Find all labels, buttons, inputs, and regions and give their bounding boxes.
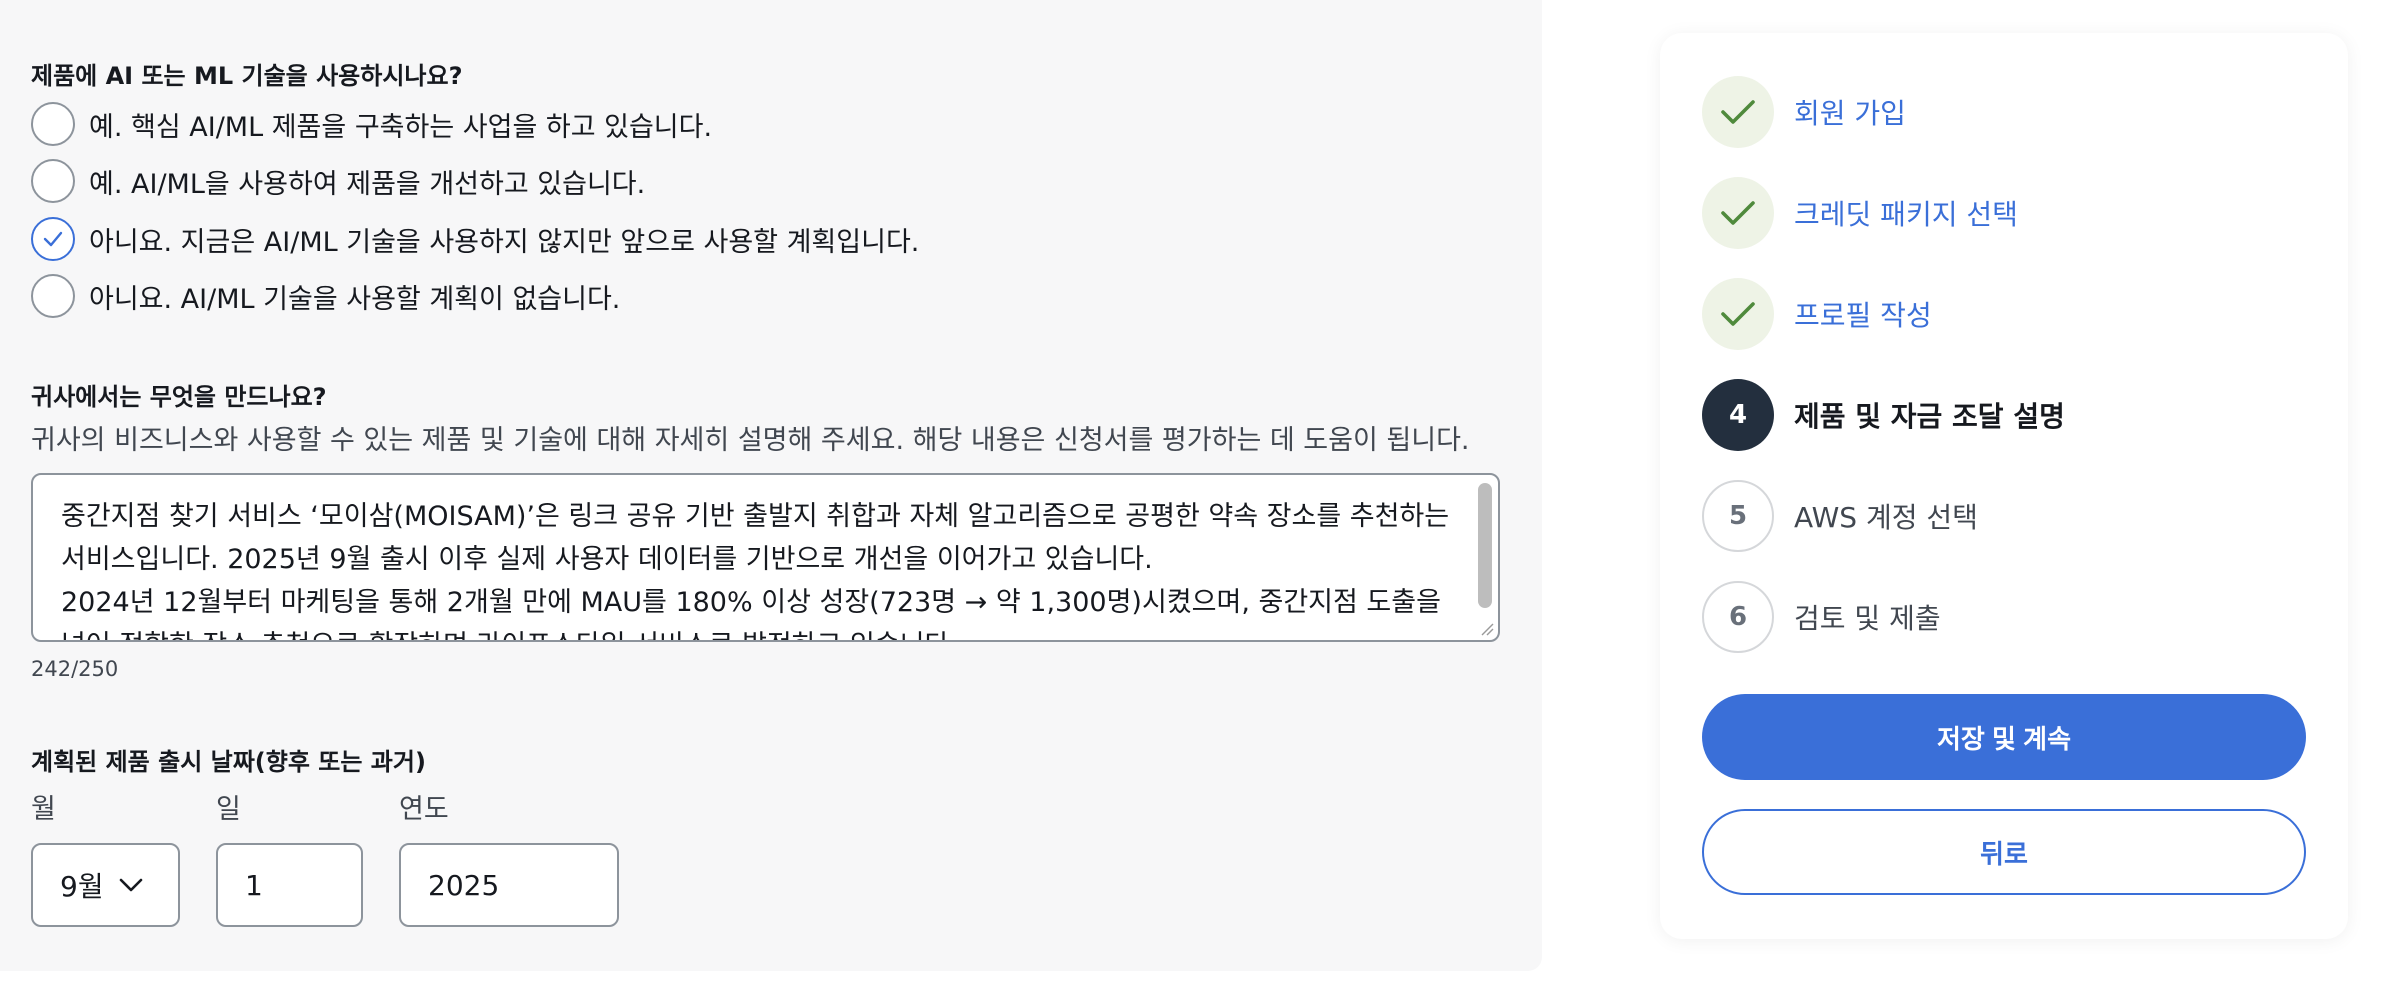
step-label: AWS 계정 선택 <box>1794 501 1978 534</box>
character-counter: 242/250 <box>31 657 119 681</box>
radio-option-improve-ai[interactable]: 예. AI/ML을 사용하여 제품을 개선하고 있습니다. <box>31 158 645 204</box>
checkmark-icon <box>1721 201 1755 225</box>
checkmark-icon <box>1721 302 1755 326</box>
step-2[interactable]: 크레딧 패키지 선택 <box>1702 177 2018 249</box>
step-number: 6 <box>1702 581 1774 653</box>
year-input[interactable]: 2025 <box>399 843 619 927</box>
month-label: 월 <box>31 794 56 825</box>
launch-date-title: 계획된 제품 출시 날짜(향후 또는 과거) <box>31 748 426 776</box>
radio-option-plan-ai[interactable]: 아니요. 지금은 AI/ML 기술을 사용하지 않지만 앞으로 사용할 계획입니… <box>31 216 919 262</box>
radio-button[interactable] <box>31 159 75 203</box>
radio-button[interactable] <box>31 274 75 318</box>
step-number-current: 4 <box>1702 379 1774 451</box>
scrollbar-thumb[interactable] <box>1478 483 1492 608</box>
textarea-scrollbar[interactable] <box>1476 479 1494 634</box>
step-complete-indicator <box>1702 76 1774 148</box>
year-label: 연도 <box>399 794 449 825</box>
radio-button-checked[interactable] <box>31 217 75 261</box>
step-number: 5 <box>1702 480 1774 552</box>
radio-label: 예. AI/ML을 사용하여 제품을 개선하고 있습니다. <box>89 168 646 200</box>
resize-grip-icon[interactable] <box>1478 620 1494 636</box>
form-panel: 제품에 AI 또는 ML 기술을 사용하시나요? 예. 핵심 AI/ML 제품을… <box>0 0 1542 971</box>
textarea-value[interactable]: 중간지점 찾기 서비스 ‘모이삼(MOISAM)’은 링크 공유 기반 출발지 … <box>61 495 1450 640</box>
step-label[interactable]: 프로필 작성 <box>1794 294 1932 334</box>
radio-option-core-ai[interactable]: 예. 핵심 AI/ML 제품을 구축하는 사업을 하고 있습니다. <box>31 101 712 147</box>
radio-option-no-ai[interactable]: 아니요. AI/ML 기술을 사용할 계획이 없습니다. <box>31 273 620 319</box>
step-4: 4 제품 및 자금 조달 설명 <box>1702 379 2065 451</box>
day-input-value: 1 <box>245 868 263 902</box>
step-label: 제품 및 자금 조달 설명 <box>1794 400 2065 433</box>
step-label[interactable]: 회원 가입 <box>1794 92 1906 132</box>
product-description-textarea[interactable]: 중간지점 찾기 서비스 ‘모이삼(MOISAM)’은 링크 공유 기반 출발지 … <box>31 473 1500 642</box>
year-input-value: 2025 <box>428 868 500 902</box>
progress-card: 회원 가입 크레딧 패키지 선택 프로필 작성 4 제품 및 자금 조달 설명 … <box>1660 33 2348 939</box>
step-label: 검토 및 제출 <box>1794 602 1941 635</box>
radio-label: 아니요. 지금은 AI/ML 기술을 사용하지 않지만 앞으로 사용할 계획입니… <box>89 226 920 258</box>
chevron-down-icon <box>119 878 142 892</box>
step-complete-indicator <box>1702 177 1774 249</box>
step-complete-indicator <box>1702 278 1774 350</box>
radio-button[interactable] <box>31 102 75 146</box>
step-label[interactable]: 크레딧 패키지 선택 <box>1794 193 2018 233</box>
back-button[interactable]: 뒤로 <box>1702 809 2306 895</box>
month-select[interactable]: 9월 <box>31 843 180 927</box>
product-question-title: 귀사에서는 무엇을 만드나요? <box>31 383 327 411</box>
checkmark-icon <box>43 231 63 247</box>
ai-question-title: 제품에 AI 또는 ML 기술을 사용하시나요? <box>31 62 463 90</box>
step-6: 6 검토 및 제출 <box>1702 581 1941 653</box>
radio-label: 예. 핵심 AI/ML 제품을 구축하는 사업을 하고 있습니다. <box>89 111 713 143</box>
radio-label: 아니요. AI/ML 기술을 사용할 계획이 없습니다. <box>89 283 621 315</box>
month-select-value: 9월 <box>60 870 104 903</box>
day-input[interactable]: 1 <box>216 843 363 927</box>
step-3[interactable]: 프로필 작성 <box>1702 278 1932 350</box>
step-5: 5 AWS 계정 선택 <box>1702 480 1978 552</box>
product-question-description: 귀사의 비즈니스와 사용할 수 있는 제품 및 기술에 대해 자세히 설명해 주… <box>31 425 1470 456</box>
checkmark-icon <box>1721 100 1755 124</box>
day-label: 일 <box>216 794 241 825</box>
step-1[interactable]: 회원 가입 <box>1702 76 1906 148</box>
save-continue-button[interactable]: 저장 및 계속 <box>1702 694 2306 780</box>
